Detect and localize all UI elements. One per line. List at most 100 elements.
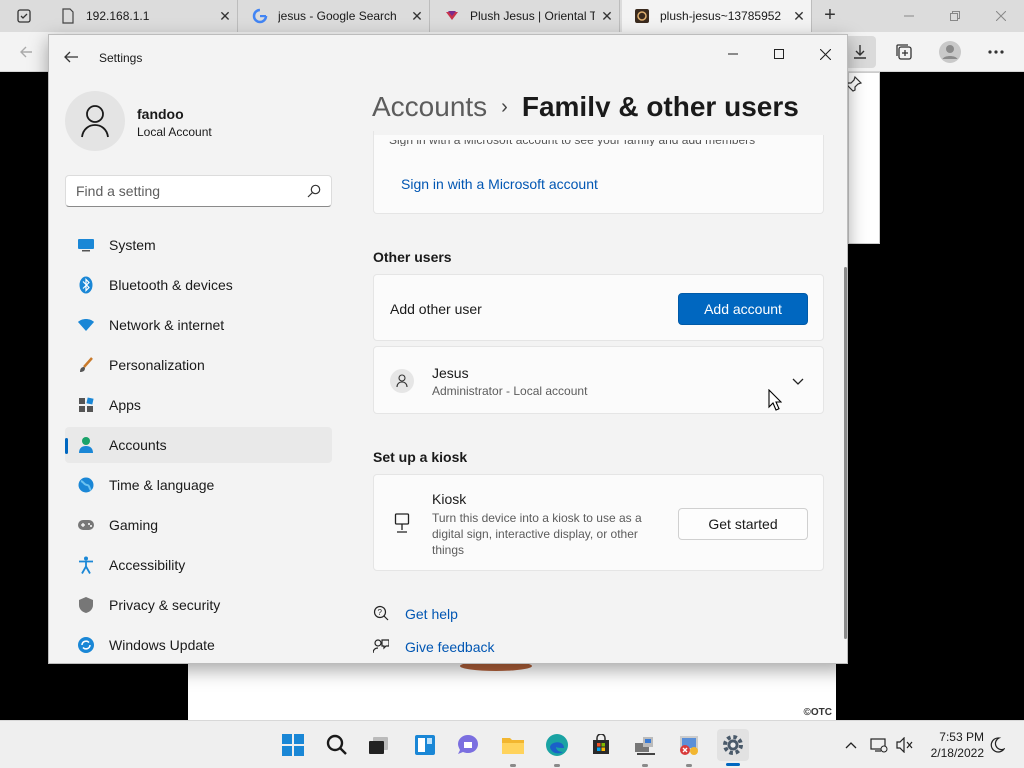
browser-tab[interactable]: Plush Jesus | Oriental Tr ✕ xyxy=(432,0,620,32)
sidebar-item-label: Accounts xyxy=(109,437,167,453)
browser-tab-bar: 192.168.1.1 ✕ jesus - Google Search ✕ Pl… xyxy=(0,0,1024,32)
tab-close-icon[interactable]: ✕ xyxy=(595,8,619,25)
window-title: Settings xyxy=(99,51,143,65)
new-tab-button[interactable]: + xyxy=(818,4,842,28)
breadcrumb-separator-icon: › xyxy=(501,96,508,118)
get-help-icon: ? xyxy=(373,605,389,626)
task-view-icon[interactable] xyxy=(363,729,395,761)
web-content-fragment xyxy=(848,72,880,244)
avatar[interactable] xyxy=(65,91,125,151)
network-status-icon[interactable] xyxy=(869,735,889,755)
search-icon[interactable] xyxy=(321,729,353,761)
running-indicator xyxy=(642,764,648,767)
add-other-user-label: Add other user xyxy=(390,301,482,317)
back-arrow-icon[interactable] xyxy=(10,36,42,68)
settings-window: Settings fandoo Local Account System Blu… xyxy=(48,34,848,664)
sidebar-item-time-language[interactable]: Time & language xyxy=(65,467,332,503)
user-row-jesus[interactable]: Jesus Administrator - Local account xyxy=(373,346,824,414)
start-icon[interactable] xyxy=(277,729,309,761)
settings-icon[interactable] xyxy=(717,729,749,761)
web-image-area: ©OTC xyxy=(188,664,836,720)
sidebar-item-accessibility[interactable]: Accessibility xyxy=(65,547,332,583)
browser-tab[interactable]: 192.168.1.1 ✕ xyxy=(48,0,238,32)
sidebar-item-bluetooth[interactable]: Bluetooth & devices xyxy=(65,267,332,303)
google-icon xyxy=(252,8,268,24)
settings-search-box[interactable] xyxy=(65,175,332,207)
tab-close-icon[interactable]: ✕ xyxy=(787,8,811,25)
mouse-cursor-icon xyxy=(768,389,782,411)
store-icon[interactable] xyxy=(585,729,617,761)
update-icon xyxy=(77,636,95,654)
scrollbar[interactable] xyxy=(844,267,847,639)
file-explorer-icon[interactable] xyxy=(497,729,529,761)
get-started-button[interactable]: Get started xyxy=(678,508,808,540)
globe-icon xyxy=(77,476,95,494)
profile-name: fandoo xyxy=(137,106,184,122)
pin-icon[interactable] xyxy=(846,75,866,96)
tab-title: plush-jesus~13785952 xyxy=(660,9,782,23)
tab-close-icon[interactable]: ✕ xyxy=(405,8,429,25)
get-help-link[interactable]: Get help xyxy=(405,606,458,622)
sidebar-item-label: Apps xyxy=(109,397,141,413)
kiosk-icon xyxy=(394,513,410,538)
give-feedback-link[interactable]: Give feedback xyxy=(405,639,495,655)
clock-time: 7:53 PM xyxy=(939,730,984,744)
page-icon xyxy=(60,8,76,24)
sidebar-item-label: Network & internet xyxy=(109,317,225,333)
browser-minimize-icon[interactable] xyxy=(886,0,932,32)
downloads-icon[interactable] xyxy=(844,36,876,68)
network-app-icon[interactable] xyxy=(629,729,661,761)
chevron-down-icon[interactable] xyxy=(792,373,804,391)
profile-account-type: Local Account xyxy=(137,125,212,139)
focus-assist-icon[interactable] xyxy=(987,735,1007,755)
minimize-icon[interactable] xyxy=(710,39,756,69)
search-icon[interactable] xyxy=(307,184,321,198)
sidebar-item-personalization[interactable]: Personalization xyxy=(65,347,332,383)
sidebar-item-privacy-security[interactable]: Privacy & security xyxy=(65,587,332,623)
running-indicator xyxy=(510,764,516,767)
volume-muted-icon[interactable] xyxy=(895,735,915,755)
accessibility-icon xyxy=(77,556,95,574)
widgets-icon[interactable] xyxy=(409,729,441,761)
tab-actions-menu-icon[interactable] xyxy=(8,4,40,28)
maximize-icon[interactable] xyxy=(756,39,802,69)
remote-app-icon[interactable] xyxy=(673,729,705,761)
person-icon xyxy=(77,436,95,454)
wifi-icon xyxy=(77,316,95,334)
chat-icon[interactable] xyxy=(452,729,484,761)
browser-tab-active[interactable]: plush-jesus~13785952 ✕ xyxy=(622,0,812,32)
sidebar-item-network[interactable]: Network & internet xyxy=(65,307,332,343)
browser-restore-icon[interactable] xyxy=(932,0,978,32)
clock-date: 2/18/2022 xyxy=(930,746,984,760)
search-input[interactable] xyxy=(76,183,296,199)
collections-icon[interactable] xyxy=(888,36,920,68)
chevron-up-icon[interactable] xyxy=(841,735,861,755)
svg-text:?: ? xyxy=(378,608,383,617)
add-other-user-card: Add other user Add account xyxy=(373,274,824,341)
browser-close-icon[interactable] xyxy=(978,0,1024,32)
user-name: Jesus xyxy=(432,365,469,381)
monitor-icon xyxy=(77,236,95,254)
browser-tab[interactable]: jesus - Google Search ✕ xyxy=(240,0,430,32)
shield-icon xyxy=(77,596,95,614)
image-icon xyxy=(634,8,650,24)
system-clock[interactable]: 7:53 PM 2/18/2022 xyxy=(918,729,984,761)
sign-in-microsoft-link[interactable]: Sign in with a Microsoft account xyxy=(401,176,598,192)
settings-title-bar: Settings xyxy=(49,35,847,81)
edge-icon[interactable] xyxy=(541,729,573,761)
sidebar-item-gaming[interactable]: Gaming xyxy=(65,507,332,543)
sidebar-item-system[interactable]: System xyxy=(65,227,332,263)
tab-close-icon[interactable]: ✕ xyxy=(213,8,237,25)
add-account-button[interactable]: Add account xyxy=(678,293,808,325)
scroll-mask xyxy=(374,117,825,135)
profile-avatar-icon[interactable] xyxy=(934,36,966,68)
user-avatar-icon xyxy=(390,369,414,393)
sidebar-item-label: System xyxy=(109,237,156,253)
close-icon[interactable] xyxy=(802,39,847,69)
apps-icon xyxy=(77,396,95,414)
sidebar-item-apps[interactable]: Apps xyxy=(65,387,332,423)
sidebar-item-windows-update[interactable]: Windows Update xyxy=(65,627,332,663)
back-arrow-icon[interactable] xyxy=(63,49,81,67)
more-menu-icon[interactable] xyxy=(980,36,1012,68)
sidebar-item-accounts[interactable]: Accounts xyxy=(65,427,332,463)
